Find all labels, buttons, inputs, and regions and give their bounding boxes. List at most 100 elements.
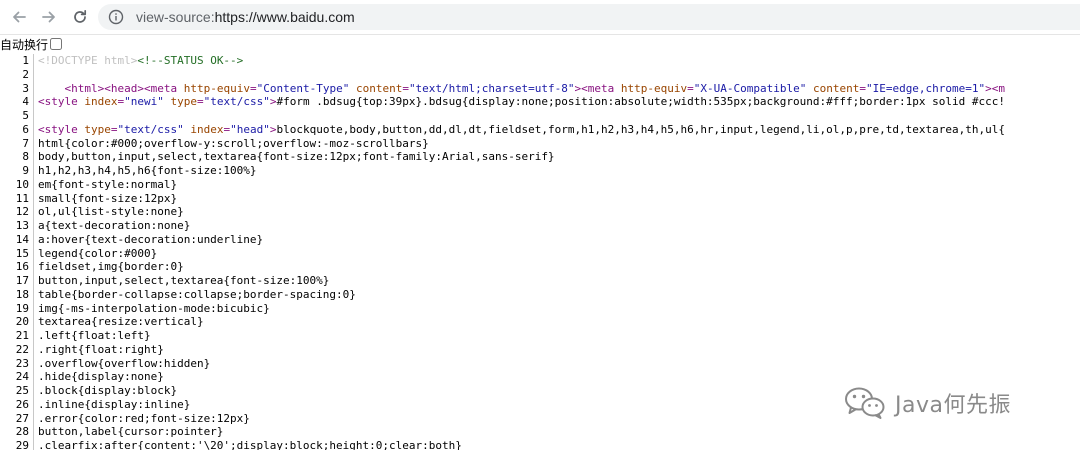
code-token: >	[985, 81, 992, 95]
line-code: h1,h2,h3,h4,h5,h6{font-size:100%}	[38, 164, 257, 178]
watermark: Java何先振	[843, 385, 1011, 421]
browser-toolbar: view-source:https://www.baidu.com	[0, 0, 1080, 35]
code-token: =	[249, 81, 257, 95]
line-code: em{font-style:normal}	[38, 178, 177, 192]
gutter-divider	[33, 232, 34, 247]
code-token: http-equiv	[620, 81, 688, 95]
line-number: 1	[22, 54, 29, 67]
forward-button[interactable]	[38, 6, 60, 28]
gutter-divider	[33, 177, 34, 192]
source-line: 20 textarea{resize:vertical}	[0, 315, 1080, 329]
line-number: 11	[15, 191, 29, 205]
source-line: 17 button,input,select,textarea{font-size…	[0, 274, 1080, 288]
code-token: .inline{display:inline}	[38, 397, 191, 411]
code-token: .right{float:right}	[38, 342, 164, 356]
code-token: .overflow{overflow:hidden}	[38, 356, 211, 370]
gutter-divider	[33, 356, 34, 371]
line-number: 3	[22, 81, 29, 95]
gutter-divider	[33, 425, 34, 439]
gutter-divider	[33, 260, 34, 274]
code-token: fieldset,img{border:0}	[38, 260, 184, 274]
gutter-divider	[33, 95, 34, 109]
gutter-divider	[33, 329, 34, 343]
site-info-button[interactable]	[108, 9, 124, 25]
line-code: small{font-size:12px}	[38, 192, 177, 206]
code-token: content	[812, 81, 860, 95]
line-number: 28	[15, 425, 29, 439]
line-wrap-option[interactable]: 自动换行	[0, 35, 63, 53]
watermark-text: Java何先振	[895, 393, 1011, 418]
back-button[interactable]	[8, 6, 30, 28]
wechat-icon	[845, 387, 885, 419]
code-token: "text/html;charset=utf-8"	[408, 81, 575, 95]
gutter-divider	[33, 370, 34, 384]
line-code: textarea{resize:vertical}	[38, 315, 204, 329]
line-number: 20	[15, 315, 29, 329]
line-number: 16	[15, 260, 29, 274]
code-token: <style	[38, 95, 85, 109]
gutter-divider	[33, 81, 34, 96]
code-token: <!DOCTYPE html>	[38, 54, 138, 67]
line-code: a{text-decoration:none}	[38, 219, 190, 233]
gutter-divider	[33, 439, 34, 450]
line-number: 10	[15, 177, 29, 191]
url-text[interactable]: view-source:https://www.baidu.com	[136, 9, 355, 25]
source-line: 7 html{color:#000;overflow-y:scroll;overf…	[0, 136, 1080, 151]
code-token: .hide{display:none}	[38, 370, 164, 384]
reload-button[interactable]	[69, 6, 91, 28]
code-token: =	[687, 81, 694, 95]
arrow-left-icon	[13, 11, 26, 23]
line-number: 24	[15, 370, 29, 384]
source-line: 28 button,label{cursor:pointer}	[0, 425, 1080, 439]
gutter-divider	[33, 205, 34, 219]
gutter-divider	[33, 384, 34, 398]
code-token: "X-UA-Compatible"	[693, 81, 807, 95]
code-token: #form .bdsug{top:39px}.bdsug{display:non…	[276, 95, 1005, 109]
address-bar[interactable]: view-source:https://www.baidu.com	[98, 4, 1080, 30]
gutter-divider	[33, 342, 34, 357]
line-code: .inline{display:inline}	[38, 398, 190, 412]
code-token: type	[170, 95, 197, 109]
gutter-divider	[33, 246, 34, 261]
code-token: a{text-decoration:none}	[38, 219, 191, 232]
source-line: 2	[0, 67, 1080, 82]
code-token: index	[84, 95, 118, 109]
code-token: img{-ms-interpolation-mode:bicubic}	[38, 301, 270, 315]
line-code: <html><head><meta http-equiv="Content-Ty…	[38, 81, 1006, 96]
code-token: "Content-Type"	[256, 81, 350, 95]
line-code: legend{color:#000}	[38, 247, 157, 261]
code-token: "text/css"	[117, 122, 184, 136]
source-line: 18 table{border-collapse:collapse;border-…	[0, 287, 1080, 302]
line-wrap-checkbox[interactable]	[50, 38, 63, 50]
code-token: content	[355, 81, 403, 95]
code-token: "head"	[230, 122, 270, 136]
line-code: <style type="text/css" index="head">bloc…	[38, 123, 1005, 137]
line-number: 2	[22, 67, 29, 81]
line-number: 8	[22, 150, 29, 164]
info-circle-icon	[108, 9, 124, 25]
code-token: "newi"	[124, 95, 164, 109]
source-line: 1 <!DOCTYPE html><!--STATUS OK-->	[0, 54, 1080, 68]
source-line: 11 small{font-size:12px}	[0, 191, 1080, 206]
code-token: "IE=edge,chrome=1"	[865, 81, 986, 95]
code-token: html{color:#000;overflow-y:scroll;overfl…	[38, 136, 429, 150]
gutter-divider	[33, 397, 34, 412]
line-code: a:hover{text-decoration:underline}	[38, 233, 263, 247]
code-token: button,input,select,textarea{font-size:1…	[38, 274, 330, 287]
source-line: 15 legend{color:#000}	[0, 246, 1080, 261]
gutter-divider	[33, 274, 34, 288]
source-line: 12 ol,ul{list-style:none}	[0, 205, 1080, 219]
line-number: 18	[15, 287, 29, 301]
line-code: .block{display:block}	[38, 384, 177, 398]
gutter-divider	[33, 219, 34, 233]
gutter-divider	[33, 164, 34, 178]
line-number: 22	[15, 342, 29, 356]
line-code: .clearfix:after{content:'\20';display:bl…	[38, 439, 462, 450]
line-code: <!DOCTYPE html><!--STATUS OK-->	[38, 54, 243, 68]
line-number: 7	[22, 136, 29, 150]
code-token: <html>	[64, 81, 105, 95]
line-code: .left{float:left}	[38, 329, 151, 343]
source-line: 22 .right{float:right}	[0, 342, 1080, 357]
source-line: 16 fieldset,img{border:0}	[0, 260, 1080, 274]
code-token: h1,h2,h3,h4,h5,h6{font-size:100%}	[38, 164, 257, 177]
